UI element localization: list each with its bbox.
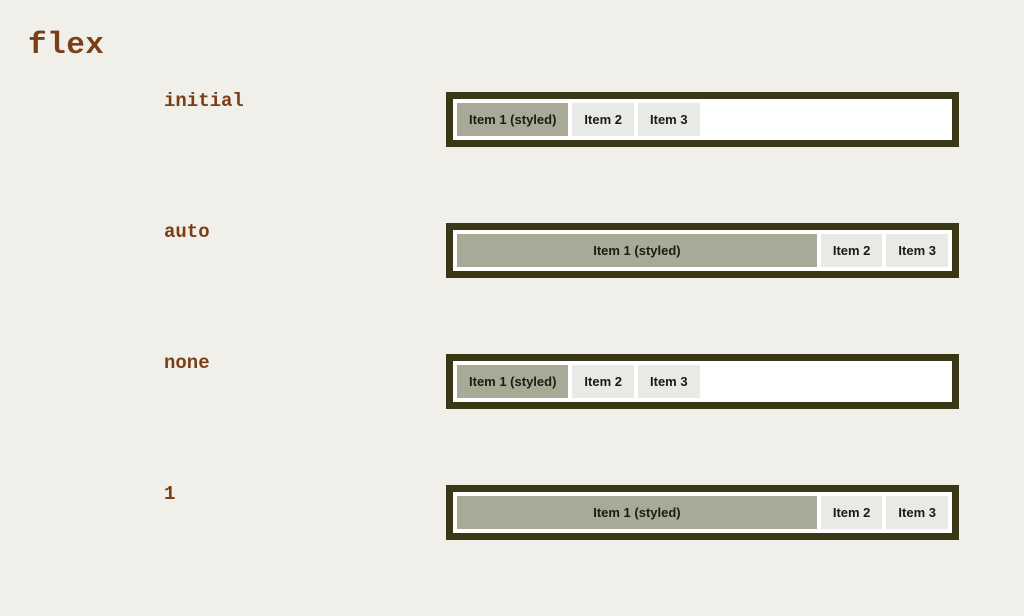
flex-item: Item 3: [638, 103, 700, 136]
slide-root: flex initial Item 1 (styled) Item 2 Item…: [0, 0, 1024, 576]
flex-container: Item 1 (styled) Item 2 Item 3: [446, 485, 959, 540]
flex-item: Item 3: [886, 496, 948, 529]
flex-container: Item 1 (styled) Item 2 Item 3: [446, 92, 959, 147]
flex-item: Item 2: [572, 365, 634, 398]
flex-item-styled: Item 1 (styled): [457, 234, 817, 267]
demo-row: 1 Item 1 (styled) Item 2 Item 3: [0, 485, 1024, 616]
demo-row: auto Item 1 (styled) Item 2 Item 3: [0, 223, 1024, 354]
flex-item-styled: Item 1 (styled): [457, 496, 817, 529]
flex-container: Item 1 (styled) Item 2 Item 3: [446, 223, 959, 278]
demo-row-label: auto: [164, 221, 210, 243]
demo-row-label: none: [164, 352, 210, 374]
demo-row-label: 1: [164, 483, 176, 505]
demo-row: none Item 1 (styled) Item 2 Item 3: [0, 354, 1024, 485]
flex-container: Item 1 (styled) Item 2 Item 3: [446, 354, 959, 409]
flex-item: Item 2: [572, 103, 634, 136]
flex-item: Item 2: [820, 496, 883, 529]
flex-item-styled: Item 1 (styled): [457, 103, 569, 136]
flex-item: Item 2: [820, 234, 883, 267]
flex-item: Item 3: [886, 234, 948, 267]
demo-row-list: initial Item 1 (styled) Item 2 Item 3 au…: [0, 92, 1024, 616]
page-title: flex: [28, 28, 105, 63]
demo-row-label: initial: [164, 90, 244, 112]
flex-item-styled: Item 1 (styled): [457, 365, 569, 398]
flex-item: Item 3: [638, 365, 700, 398]
demo-row: initial Item 1 (styled) Item 2 Item 3: [0, 92, 1024, 223]
